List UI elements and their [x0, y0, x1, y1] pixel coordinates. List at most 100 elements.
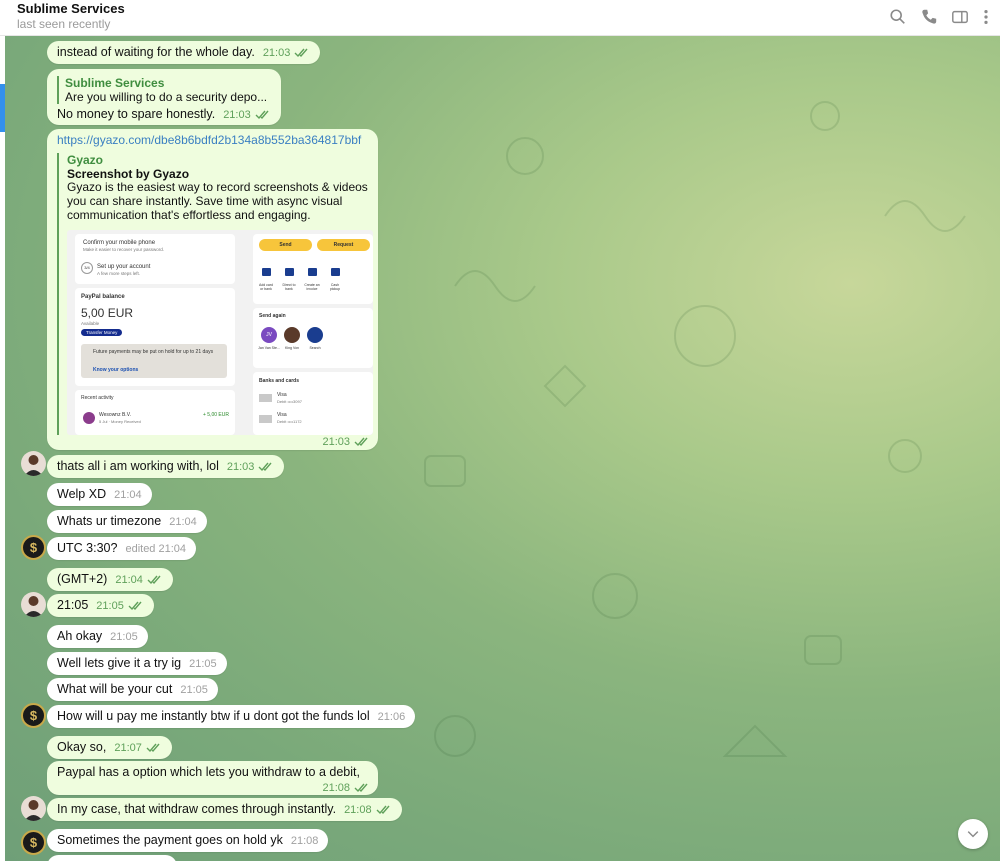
chat-title[interactable]: Sublime Services — [17, 1, 125, 16]
message-text: Okay so, — [57, 740, 107, 754]
avatar[interactable] — [21, 796, 46, 821]
message-outgoing[interactable]: (GMT+2) 21:04 — [47, 568, 173, 591]
message-time: 21:08 — [322, 782, 350, 794]
message-time: 21:05 — [189, 658, 217, 670]
message-link[interactable]: https://gyazo.com/dbe8b6bdfd2b134a8b552b… — [57, 133, 368, 147]
avatar[interactable] — [21, 592, 46, 617]
message-link-preview[interactable]: https://gyazo.com/dbe8b6bdfd2b134a8b552b… — [47, 129, 378, 450]
preview-setup-progress: 3/4 — [81, 262, 93, 275]
message-incoming[interactable]: Sometimes the payment goes on hold yk 21:… — [47, 829, 329, 852]
message-text: What will be your cut — [57, 682, 173, 696]
message-time: 21:03 — [262, 47, 291, 59]
preview-setup-account: Set up your account — [97, 264, 151, 271]
message-time: 21:07 — [114, 742, 142, 754]
preview-know-options: Know your options — [93, 367, 139, 374]
message-outgoing[interactable]: instead of waiting for the whole day. 21:… — [47, 41, 321, 64]
message-incoming[interactable]: Ah okay 21:05 — [47, 625, 148, 648]
avatar[interactable]: $ — [21, 703, 46, 728]
preview-confirm-phone: Confirm your mobile phone — [83, 240, 156, 247]
message-outgoing[interactable]: 21:05 21:05 — [47, 594, 154, 617]
double-check-icon — [354, 783, 370, 793]
preview-recent-label: Recent activity — [81, 395, 114, 402]
message-outgoing[interactable]: Sublime Services Are you willing to do a… — [47, 69, 281, 125]
bank-icon — [262, 268, 271, 277]
preview-contact: King Von — [284, 346, 299, 351]
message-incoming[interactable]: Whats ur timezone 21:04 — [47, 510, 207, 533]
double-check-icon — [376, 805, 392, 815]
message-outgoing[interactable]: Paypal has a option which lets you withd… — [47, 761, 378, 795]
message-text: No money to spare honestly. — [57, 107, 216, 121]
preview-card-balance: PayPal balance 5,00 EUR Available Transf… — [75, 288, 235, 387]
message-text: In my case, that withdraw comes through … — [57, 802, 337, 816]
contact-avatar: JV — [261, 327, 277, 344]
preview-card2-sub: Debit ••••1172 — [277, 419, 302, 425]
preview-title: Screenshot by Gyazo — [67, 167, 190, 181]
cash-icon — [331, 268, 340, 277]
sidebar-toggle-icon[interactable] — [950, 7, 970, 27]
preview-available: Available — [81, 321, 100, 327]
preview-confirm-phone-sub: Make it easier to recover your password. — [83, 247, 165, 253]
avatar[interactable] — [21, 451, 46, 476]
preview-send-button: Send — [259, 239, 312, 252]
message-time: 21:03 — [322, 436, 350, 448]
preview-banks: Banks and cards — [259, 378, 300, 385]
message-time: 21:05 — [180, 684, 208, 696]
message-text: Ah okay — [57, 629, 103, 643]
message-text: Paypal has a option which lets you withd… — [57, 765, 360, 779]
message-time: 21:04 — [169, 516, 197, 528]
preview-action: Cash pickup — [329, 283, 341, 292]
message-text: Well lets give it a try ig — [57, 656, 182, 670]
message-time: 21:06 — [377, 711, 406, 723]
double-check-icon — [255, 110, 271, 120]
message-incoming[interactable]: Well lets give it a try ig 21:05 — [47, 652, 227, 675]
avatar[interactable]: $ — [21, 535, 46, 560]
reply-preview[interactable]: Sublime Services Are you willing to do a… — [57, 76, 271, 104]
double-check-icon — [258, 462, 274, 472]
message-time: edited 21:04 — [125, 543, 187, 555]
preview-recent-sub: 5 Jul · Money Received — [99, 419, 141, 425]
message-list[interactable]: instead of waiting for the whole day. 21:… — [5, 36, 1000, 861]
preview-card-send-again: Send again JV Jan Van Ste... King Von Se… — [253, 308, 373, 369]
preview-card1-sub: Debit ••••3097 — [277, 399, 302, 405]
merchant-icon — [83, 412, 95, 425]
message-incoming[interactable]: What will be your cut 21:05 — [47, 678, 218, 701]
contact-avatar — [284, 327, 300, 344]
message-outgoing[interactable]: In my case, that withdraw comes through … — [47, 798, 402, 821]
chat-header: Sublime Services last seen recently — [0, 0, 1000, 36]
message-incoming[interactable]: Welp XD 21:04 — [47, 483, 152, 506]
more-vertical-icon[interactable] — [976, 7, 996, 27]
preview-hold-note: Future payments may be put on hold for u… — [93, 349, 214, 356]
message-text: Sometimes the payment goes on hold yk — [57, 833, 283, 847]
preview-card-banks: Banks and cards Visa Debit ••••3097 Visa… — [253, 372, 373, 436]
search-icon[interactable] — [888, 7, 908, 27]
preview-image[interactable]: Confirm your mobile phone Make it easier… — [67, 230, 373, 436]
preview-action: Direct to bank — [282, 283, 296, 292]
send-arrow-icon — [285, 268, 294, 277]
message-text: How will u pay me instantly btw if u don… — [57, 709, 370, 723]
double-check-icon — [354, 437, 370, 447]
double-check-icon — [147, 575, 163, 585]
preview-send-again: Send again — [259, 313, 286, 320]
card-icon — [259, 394, 272, 403]
message-outgoing[interactable]: thats all i am working with, lol 21:03 — [47, 455, 285, 478]
preview-card-setup: Confirm your mobile phone Make it easier… — [75, 234, 235, 285]
preview-site: Gyazo — [67, 153, 104, 167]
message-time: 21:05 — [96, 600, 124, 612]
preview-balance: 5,00 EUR — [81, 306, 134, 321]
avatar[interactable]: $ — [21, 830, 46, 855]
search-icon — [307, 327, 323, 344]
message-outgoing[interactable]: Okay so, 21:07 — [47, 736, 172, 759]
preview-hold-note-box: Future payments may be put on hold for u… — [81, 344, 227, 379]
message-text: 21:05 — [57, 598, 89, 612]
message-text: instead of waiting for the whole day. — [57, 45, 255, 59]
message-time: 21:04 — [114, 489, 142, 501]
message-incoming[interactable]: How will u pay me instantly btw if u don… — [47, 705, 416, 728]
scroll-down-button[interactable] — [958, 819, 988, 849]
double-check-icon — [146, 743, 162, 753]
message-incoming[interactable]: UTC 3:30? edited 21:04 — [47, 537, 197, 560]
link-preview[interactable]: Gyazo Screenshot by Gyazo Gyazo is the e… — [57, 153, 373, 436]
message-time: 21:08 — [290, 835, 319, 847]
preview-description: Gyazo is the easiest way to record scree… — [67, 180, 368, 222]
phone-icon[interactable] — [919, 7, 939, 27]
message-incoming-partial[interactable] — [47, 855, 177, 861]
